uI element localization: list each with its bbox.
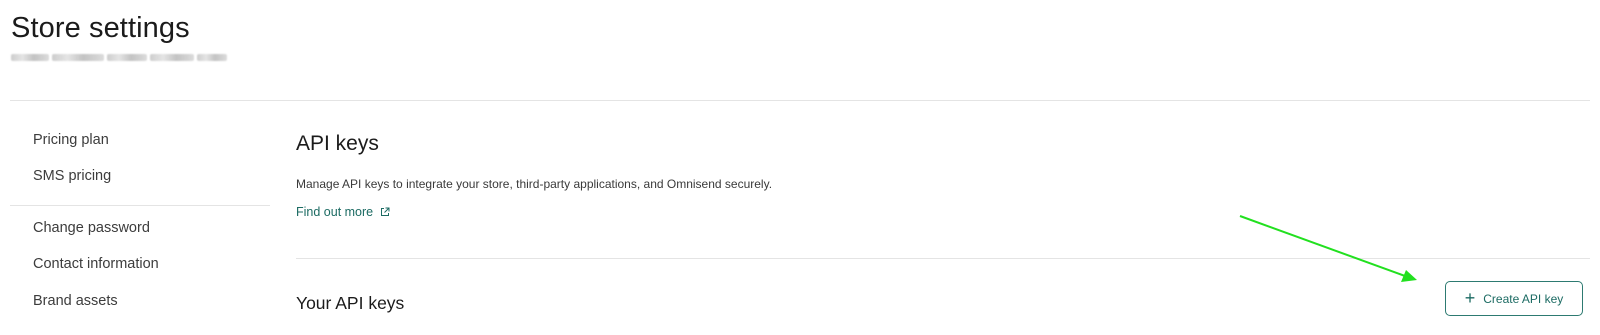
sidebar-divider [10, 205, 270, 206]
plus-icon: + [1464, 287, 1476, 308]
section-title: API keys [296, 132, 379, 155]
sidebar-item-contact-information[interactable]: Contact information [33, 256, 159, 272]
section-description: Manage API keys to integrate your store,… [296, 177, 773, 191]
api-keys-section: API keys Manage API keys to integrate yo… [296, 100, 1590, 335]
create-api-key-label: Create API key [1483, 291, 1564, 306]
store-url-redacted [11, 52, 233, 63]
sidebar-item-brand-assets[interactable]: Brand assets [33, 293, 118, 309]
sidebar-item-pricing-plan[interactable]: Pricing plan [33, 132, 109, 148]
find-out-more-link[interactable]: Find out more [296, 205, 390, 219]
sidebar-item-sms-pricing[interactable]: SMS pricing [33, 168, 111, 184]
external-link-icon [381, 207, 390, 216]
your-api-keys-title: Your API keys [296, 293, 405, 313]
section-divider [296, 258, 1590, 259]
create-api-key-button[interactable]: + Create API key [1445, 281, 1583, 316]
sidebar-item-change-password[interactable]: Change password [33, 220, 150, 236]
page-title: Store settings [11, 12, 190, 44]
find-out-more-label: Find out more [296, 205, 374, 219]
